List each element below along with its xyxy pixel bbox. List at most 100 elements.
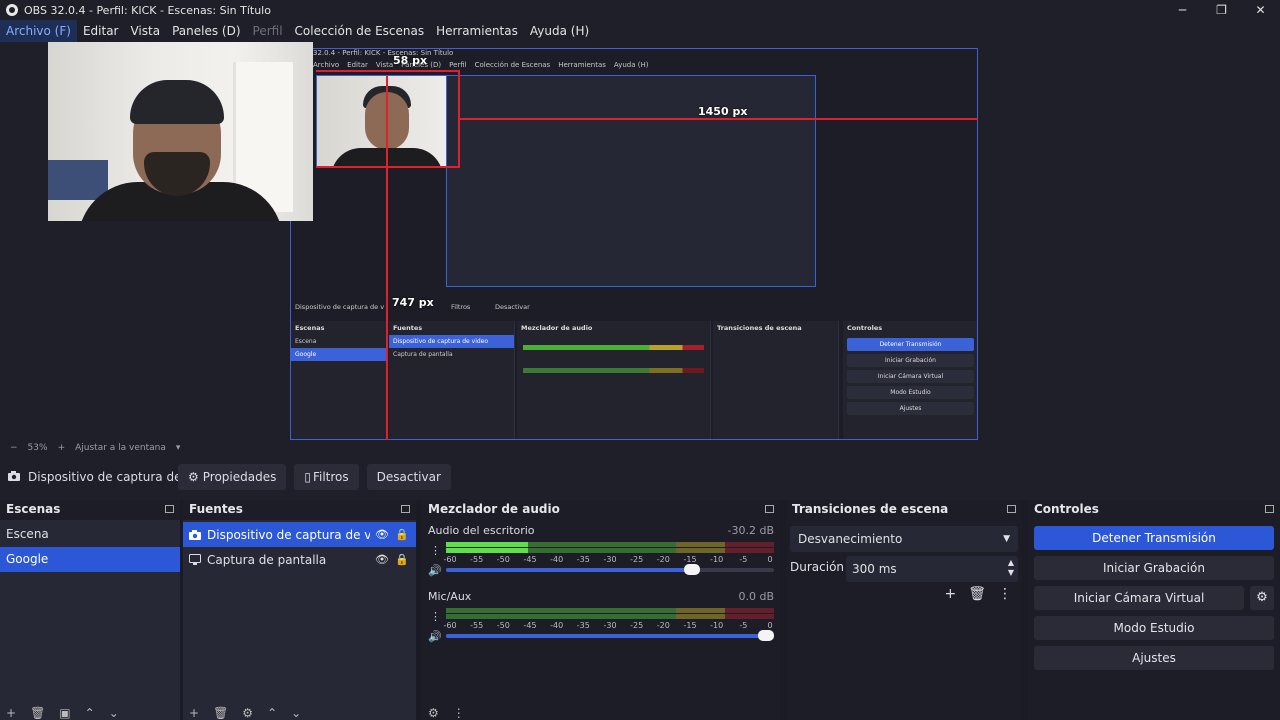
menu-perfil[interactable]: Perfil [247,20,289,42]
volume-slider[interactable] [446,630,774,641]
link-icon[interactable]: ⚙ [428,706,439,720]
spin-arrows-icon[interactable]: ▲ ▼ [1008,558,1014,578]
nested-disable: Desactivar [495,303,530,311]
controls-title: Controles [1034,502,1099,516]
zoom-in-button[interactable]: + [58,443,66,453]
menu-ayuda[interactable]: Ayuda (H) [524,20,595,42]
volume-slider[interactable] [446,564,774,575]
stop-streaming-button[interactable]: Detener Transmisión [1034,526,1274,550]
undock-icon[interactable] [165,505,174,513]
down-icon[interactable]: ⌄ [291,706,301,720]
fit-window-label[interactable]: Ajustar a la ventana [75,443,166,453]
zoom-bar: − 53% + Ajustar a la ventana ▾ [0,440,1280,456]
trash-icon[interactable]: 🗑 [968,586,986,602]
scenes-toolbar: + 🗑 ▣ ⌃ ⌄ [0,706,180,720]
slider-knob[interactable] [684,564,700,575]
studio-mode-button[interactable]: Modo Estudio [1034,616,1274,640]
virtual-camera-settings-gear-icon[interactable]: ⚙ [1250,586,1274,610]
kebab-menu-icon[interactable]: ⋮ [453,706,465,720]
disable-button[interactable]: Desactivar [366,464,451,490]
close-icon[interactable]: ✕ [1241,0,1280,20]
start-virtual-camera-button[interactable]: Iniciar Cámara Virtual [1034,586,1244,610]
filter-icon: ▯ [304,470,311,484]
meter-tick-label: -30 [603,555,617,564]
preview-canvas[interactable]: 32.0.4 - Perfil: KICK - Escenas: Sin Tít… [0,42,1280,440]
menu-coleccion-escenas[interactable]: Colección de Escenas [289,20,431,42]
nested-mixer-panel: Mezclador de audio [517,321,711,439]
filter-icon[interactable]: ▣ [59,706,70,720]
mixer-title: Mezclador de audio [428,502,560,516]
meter-tick-label: -55 [470,621,484,630]
meter-tick-label: -15 [683,555,697,564]
zoom-dropdown-icon[interactable]: ▾ [176,443,181,453]
undock-icon[interactable] [401,505,410,513]
nested-docks: Escenas Escena Google Fuentes Dispositiv… [291,321,977,439]
selected-source: Dispositivo de captura de v [8,470,178,484]
eye-icon[interactable]: 👁 [374,528,390,541]
scene-item[interactable]: Google [0,547,180,572]
transition-select[interactable]: Desvanecimiento ▼ [790,526,1018,552]
channel-name: Audio del escritorio [428,524,535,537]
menu-paneles[interactable]: Paneles (D) [166,20,246,42]
window-title: OBS 32.0.4 - Perfil: KICK - Escenas: Sin… [24,3,271,17]
undock-icon[interactable] [765,505,774,513]
speaker-icon[interactable]: 🔊 [428,630,442,643]
settings-button[interactable]: Ajustes [1034,646,1274,670]
kebab-menu-icon[interactable]: ⋮ [430,544,441,557]
kebab-menu-icon[interactable]: ⋮ [430,610,441,623]
minimize-icon[interactable]: ─ [1163,0,1202,20]
menu-herramientas[interactable]: Herramientas [430,20,524,42]
kebab-menu-icon[interactable]: ⋮ [998,586,1012,602]
start-recording-button[interactable]: Iniciar Grabación [1034,556,1274,580]
properties-button[interactable]: ⚙ Propiedades [178,464,287,490]
measure-top-label: 58 px [393,54,428,67]
up-icon[interactable]: ⌃ [85,706,95,720]
menu-archivo[interactable]: Archivo (F) [0,20,77,42]
slider-knob[interactable] [758,630,774,641]
lock-icon[interactable]: 🔒 [394,528,410,541]
add-icon[interactable]: + [6,706,16,720]
measure-bottom-label: 747 px [392,296,434,309]
zoom-out-button[interactable]: − [10,443,18,453]
trash-icon[interactable]: 🗑 [30,706,45,720]
meter-tick-label: -20 [656,621,670,630]
gear-icon[interactable]: ⚙ [242,706,253,720]
meter-tick-label: -40 [550,621,564,630]
mixer-channel-mic: Mic/Aux 0.0 dB ⋮ -60 -55 -50 -45 -40 -35 -30 -25… [428,590,774,643]
down-icon[interactable]: ⌄ [109,706,119,720]
meter-zone [675,608,725,613]
mixer-channel-desktop: Audio del escritorio -30.2 dB ⋮ -60 -55 -50… [428,524,774,577]
lock-icon[interactable]: 🔒 [394,553,410,566]
menu-editar[interactable]: Editar [77,20,125,42]
transitions-title: Transiciones de escena [792,502,949,516]
undock-icon[interactable] [1007,505,1016,513]
scene-item[interactable]: Escena [0,522,180,547]
eye-icon[interactable]: 👁 [374,553,390,566]
add-icon[interactable]: + [944,586,956,602]
trash-icon[interactable]: 🗑 [213,706,228,720]
transitions-dock: Transiciones de escena Desvanecimiento ▼… [786,500,1022,720]
speaker-icon[interactable]: 🔊 [428,564,442,577]
meter-tick-label: -10 [710,621,724,630]
meter-tick-label: -55 [470,555,484,564]
meter-zone [675,548,725,553]
meter-zone [724,614,774,619]
nested-source-name: Dispositivo de captura de v [295,303,385,311]
duration-spinbox[interactable]: 300 ms ▲ ▼ [846,556,1018,582]
webcam-source-image[interactable] [48,42,313,221]
menu-vista[interactable]: Vista [124,20,166,42]
measure-box-right [458,70,460,168]
scenes-title: Escenas [6,502,61,516]
restore-icon[interactable]: ❐ [1202,0,1241,20]
undock-icon[interactable] [1265,505,1274,513]
zoom-value: 53% [27,443,48,453]
meter-zone [724,608,774,613]
add-icon[interactable]: + [189,706,199,720]
up-icon[interactable]: ⌃ [267,706,277,720]
filters-button[interactable]: ▯ Filtros [294,464,359,490]
scenes-dock: Escenas Escena Google + 🗑 ▣ ⌃ ⌄ [0,500,180,720]
source-item[interactable]: Captura de pantalla 👁 🔒 [183,547,416,572]
source-item[interactable]: Dispositivo de captura de video 👁 🔒 [183,522,416,547]
meter-tick-label: -35 [576,555,590,564]
meter-tick-label: -35 [576,621,590,630]
